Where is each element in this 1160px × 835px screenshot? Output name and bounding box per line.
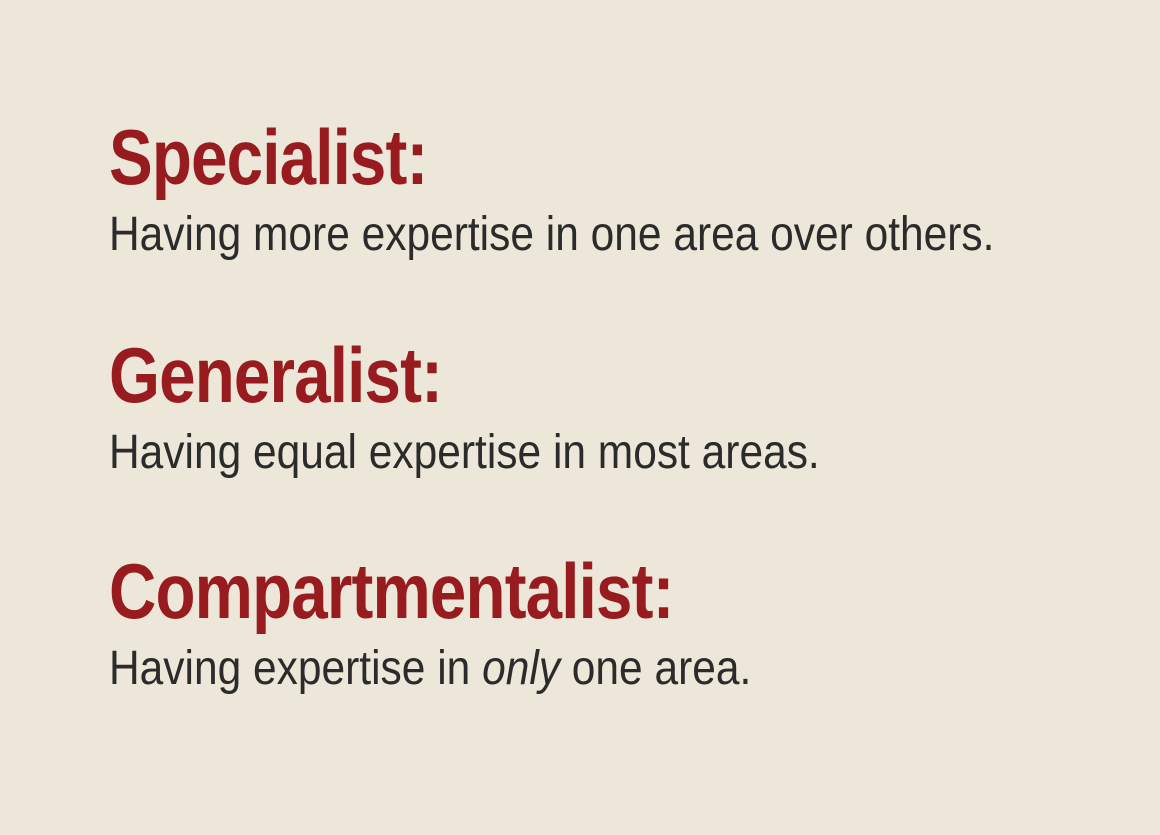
term-definition: Having more expertise in one area over o… xyxy=(109,208,995,261)
term-definition: Having equal expertise in most areas. xyxy=(109,426,820,479)
definition-text-start: Having expertise in xyxy=(109,642,483,695)
term-heading: Specialist: xyxy=(109,113,428,201)
term-definition: Having expertise in only one area. xyxy=(109,639,1029,699)
term-heading: Compartmentalist: xyxy=(109,547,674,635)
term-heading: Generalist: xyxy=(109,331,443,419)
definition-entry-generalist: Generalist: Having equal expertise in mo… xyxy=(109,330,1149,483)
definition-entry-specialist: Specialist: Having more expertise in one… xyxy=(109,112,1149,265)
definition-entry-compartmentalist: Compartmentalist: Having expertise in on… xyxy=(109,546,1149,699)
definition-emphasis: only xyxy=(482,642,561,695)
definition-text-end: one area. xyxy=(560,642,752,695)
